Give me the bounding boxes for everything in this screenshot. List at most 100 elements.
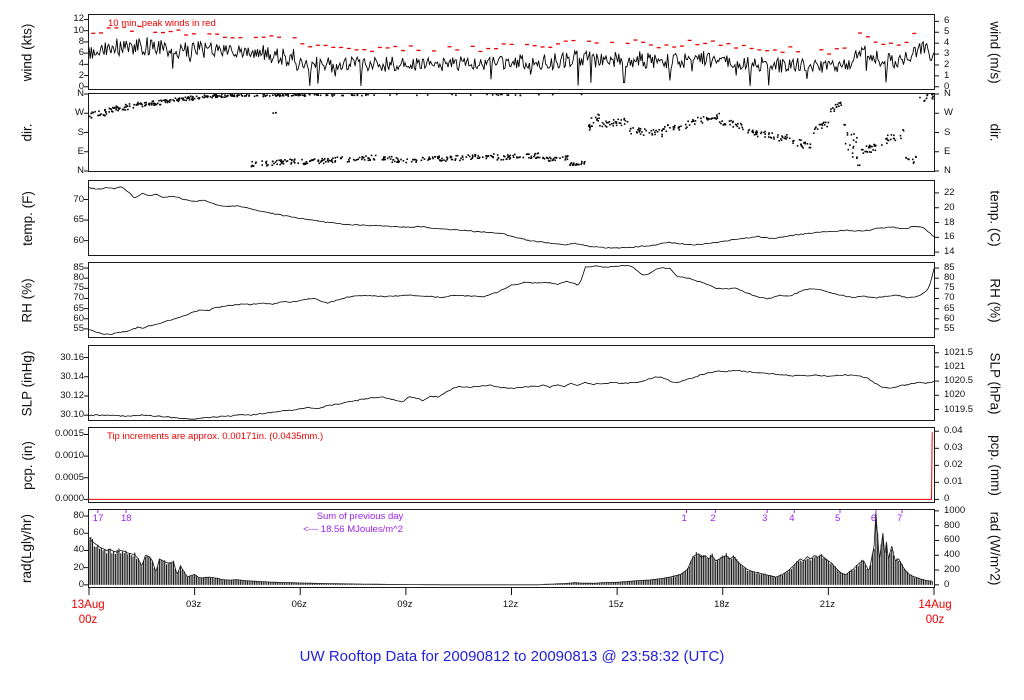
humidity-panel (84, 262, 939, 338)
tick-label-left: N (77, 88, 84, 99)
tick-label-right: 400 (944, 549, 960, 561)
y-axis-label-slp-inhg: SLP (inHg) (19, 350, 35, 416)
tick-label-right: 85 (944, 262, 955, 274)
weather-multipanel-chart: wind (kts) wind (m/s) dir. dir. temp. (F… (0, 0, 1024, 700)
tick-label-right: 55 (944, 322, 955, 334)
tick-label-right: 0.01 (944, 476, 963, 488)
tick-label-left: 65 (73, 214, 84, 226)
rad-sum-annotation-line2: <--- 18.56 MJoules/m^2 (303, 524, 403, 535)
tick-label-right: 1021 (944, 360, 966, 372)
rad-hour-label: 2 (710, 513, 716, 524)
radiation-panel (84, 509, 939, 595)
y-axis-label-rh-left: RH (%) (19, 277, 35, 323)
x-axis-tick-label: 18z (714, 599, 730, 610)
tick-label-right: 20 (944, 201, 955, 213)
tick-label-right: 70 (944, 292, 955, 304)
temperature-plot (84, 186, 939, 253)
tick-label-left: 30.16 (60, 351, 84, 363)
rad-hour-label: 1 (681, 513, 687, 524)
tick-label-left: 0.0015 (54, 428, 84, 440)
tick-label-right: 1 (944, 69, 950, 81)
sea-level-pressure-plot (84, 352, 939, 420)
tick-label-right: S (944, 126, 951, 138)
tick-label-right: 75 (944, 282, 955, 294)
y-axis-label-rad-lgly: rad(Lgly/hr) (19, 513, 35, 584)
tick-label-left: 6 (78, 47, 84, 59)
tick-label-left: 70 (73, 292, 84, 304)
chart-title: UW Rooftop Data for 20090812 to 20090813… (299, 648, 725, 665)
tick-label-left: E (77, 145, 84, 157)
tick-label-left: 0 (78, 578, 84, 590)
x-axis-tick-label: 03z (185, 599, 202, 610)
tick-label-right: 65 (944, 302, 955, 314)
tick-label-left: 60 (73, 527, 84, 539)
tick-label-left: 75 (73, 282, 84, 294)
tick-label-right: 200 (944, 564, 960, 576)
tick-label-left: N (77, 165, 84, 176)
tick-label-left: S (77, 126, 84, 138)
tick-label-left: 2 (78, 69, 84, 81)
rad-hour-label: 18 (120, 513, 132, 524)
tick-label-right: 4 (944, 37, 950, 49)
tick-label-right: N (944, 165, 951, 176)
tick-label-right: 60 (944, 312, 955, 324)
tick-label-right: 80 (944, 272, 955, 284)
tick-label-left: 30.14 (60, 370, 84, 382)
tick-label-left: 85 (73, 262, 84, 274)
tick-label-left: 30.12 (60, 389, 84, 401)
tick-label-right: 1019.5 (944, 403, 974, 415)
radiation-plot (84, 510, 939, 595)
rad-hour-label: 17 (92, 513, 104, 524)
tick-label-left: 10 (73, 24, 84, 36)
tick-label-right: E (944, 145, 951, 157)
tick-label-left: 55 (73, 322, 84, 334)
tick-label-right: 16 (944, 231, 955, 243)
tick-label-left: 12 (73, 13, 84, 25)
tick-label-left: 70 (73, 193, 84, 205)
x-axis-start-date: 13Aug 00z (71, 599, 105, 626)
tick-label-right: W (944, 107, 953, 119)
tick-label-right: N (944, 88, 951, 99)
tick-label-right: 14 (944, 246, 955, 258)
tick-label-right: 0.04 (944, 425, 963, 437)
tick-label-left: 40 (73, 544, 84, 556)
relative-humidity-plot (84, 265, 939, 336)
y-axis-label-temp-f: temp. (F) (19, 190, 35, 246)
tick-label-right: 0 (944, 578, 950, 590)
tick-label-left: 30.10 (60, 409, 84, 421)
wind-plot (84, 18, 939, 88)
tick-label-right: 6 (944, 15, 950, 27)
tick-label-left: 4 (78, 58, 84, 70)
x-axis-tick-label: 21z (819, 599, 836, 610)
tick-label-right: 0 (944, 493, 950, 505)
y-axis-label-wind-kts: wind (kts) (19, 23, 35, 81)
x-axis-tick-label: 12z (502, 599, 519, 610)
y-axis-label-pcp-in: pcp. (in) (19, 440, 35, 490)
tick-label-left: W (75, 107, 84, 119)
tick-label-left: 8 (78, 35, 84, 47)
tick-label-right: 1000 (944, 504, 966, 516)
tick-label-right: 18 (944, 216, 955, 228)
tick-label-left: 65 (73, 302, 84, 314)
wind-peaks-annotation: 10 min. peak winds in red (108, 18, 216, 29)
x-axis-tick-label: 06z (291, 599, 307, 610)
tick-label-right: 3 (944, 48, 950, 60)
y-axis-label-dir-left: dir. (19, 123, 35, 142)
tick-label-left: 20 (73, 561, 84, 573)
rad-hour-label: 4 (789, 513, 795, 524)
tick-label-left: 60 (73, 312, 84, 324)
rad-hour-label: 5 (834, 513, 841, 524)
rad-hour-label: 7 (896, 513, 903, 524)
tick-label-right: 1021.5 (944, 346, 974, 358)
x-axis-tick-label: 15z (608, 599, 624, 610)
rad-sum-annotation-line1: Sum of previous day (316, 511, 404, 522)
pcp-tip-annotation: Tip increments are approx. 0.00171in. (0… (107, 431, 324, 442)
tick-label-left: 80 (73, 510, 84, 522)
x-axis-tick-label: 09z (397, 599, 413, 610)
tick-label-right: 0.02 (944, 459, 963, 471)
tick-label-right: 22 (944, 186, 955, 198)
rad-hour-label: 6 (870, 513, 877, 524)
wind-direction-panel (84, 93, 939, 172)
tick-label-right: 2 (944, 58, 950, 70)
temperature-panel (84, 180, 939, 256)
